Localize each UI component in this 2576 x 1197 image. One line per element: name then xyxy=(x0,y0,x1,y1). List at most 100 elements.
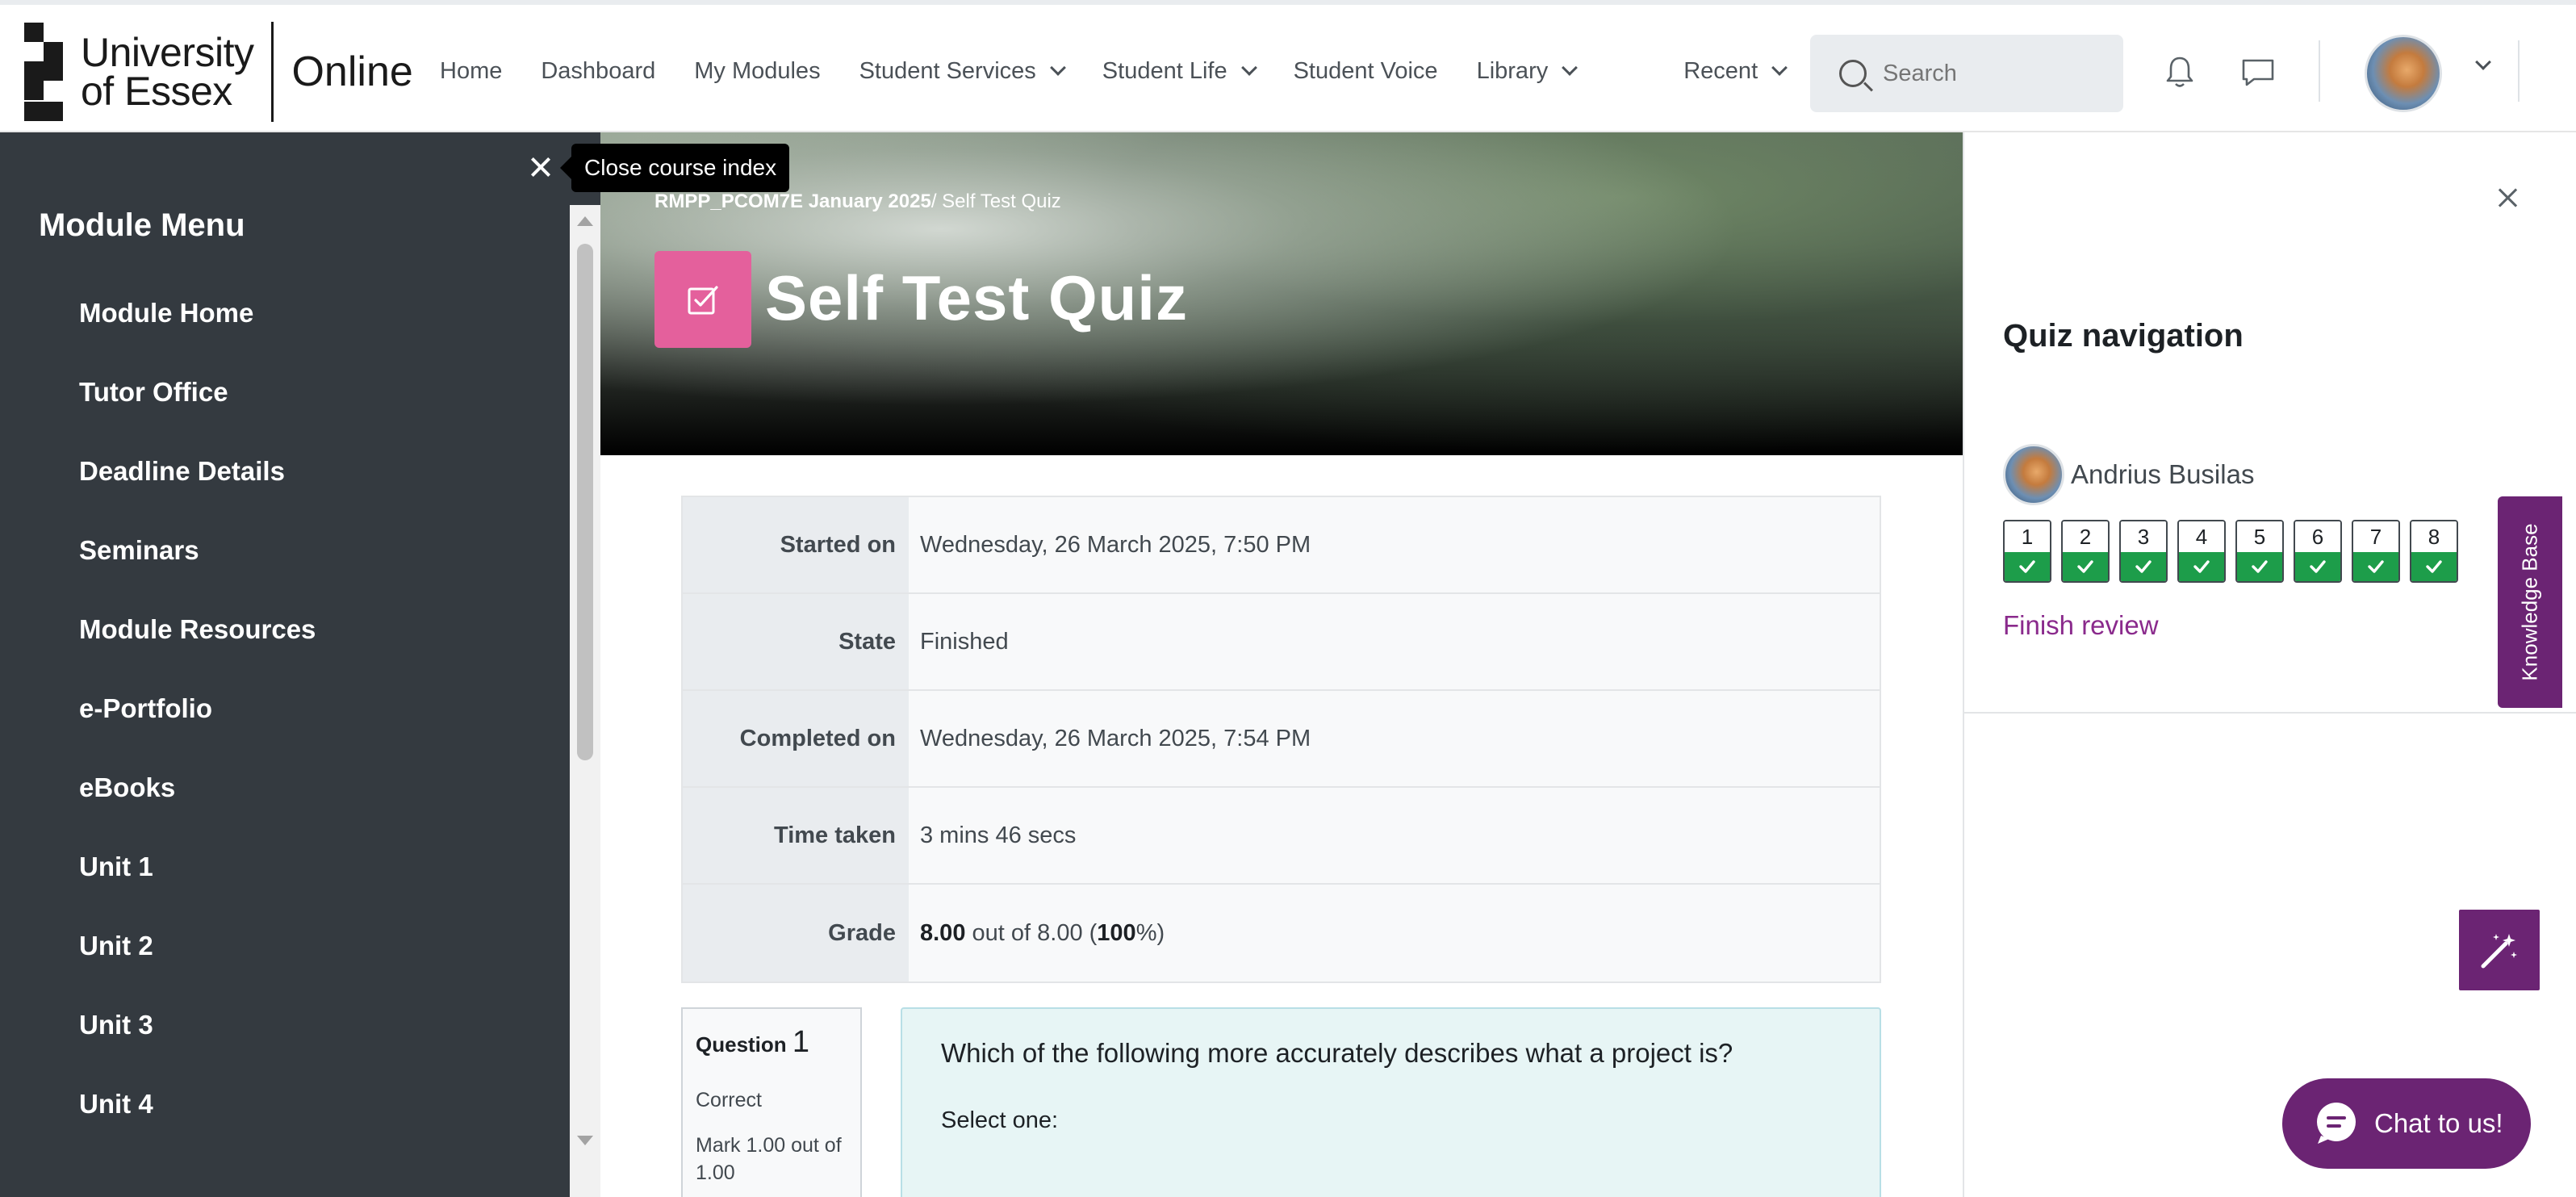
summary-row: Started on Wednesday, 26 March 2025, 7:5… xyxy=(683,497,1880,594)
summary-row: Time taken 3 mins 46 secs xyxy=(683,788,1880,885)
module-menu-item[interactable]: Tutor Office xyxy=(79,377,316,456)
messages-icon[interactable] xyxy=(2241,58,2275,87)
quiz-question-button[interactable]: 5 xyxy=(2235,520,2284,583)
summary-value: Wednesday, 26 March 2025, 7:54 PM xyxy=(909,691,1880,786)
correct-check-icon xyxy=(2353,552,2398,581)
quiz-activity-icon xyxy=(654,251,751,348)
summary-label: Time taken xyxy=(683,788,909,883)
module-menu-item[interactable]: Unit 3 xyxy=(79,1010,316,1089)
close-course-index-button[interactable] xyxy=(530,157,551,178)
correct-check-icon xyxy=(2063,552,2108,581)
select-one-prompt: Select one: xyxy=(941,1107,1059,1133)
nav-item-student-life[interactable]: Student Life xyxy=(1102,58,1257,85)
user-name: Andrius Busilas xyxy=(2071,459,2255,489)
module-menu-item[interactable]: e-Portfolio xyxy=(79,693,316,772)
university-logo[interactable]: University of Essex Online xyxy=(24,19,413,124)
grade-percent: 100 xyxy=(1097,919,1136,946)
drawer-scrollbar[interactable] xyxy=(570,205,600,1197)
magic-wand-button[interactable] xyxy=(2459,910,2540,990)
nav-item-library[interactable]: Library xyxy=(1477,58,1579,85)
quiz-attempt-summary: Started on Wednesday, 26 March 2025, 7:5… xyxy=(681,496,1881,983)
module-menu-item[interactable]: eBooks xyxy=(79,772,316,852)
user-avatar[interactable] xyxy=(2365,35,2442,112)
finish-review-link[interactable]: Finish review xyxy=(2003,610,2159,641)
primary-navigation: Home Dashboard My Modules Student Servic… xyxy=(440,5,1824,137)
summary-label: Completed on xyxy=(683,691,909,786)
question-text: Which of the following more accurately d… xyxy=(941,1038,1733,1068)
magic-wand-icon xyxy=(2481,934,2517,969)
question-button-number: 4 xyxy=(2179,521,2224,552)
quiz-question-button[interactable]: 1 xyxy=(2003,520,2051,583)
question-button-number: 3 xyxy=(2121,521,2166,552)
question-info-panel: Question 1 Correct Mark 1.00 out of 1.00 xyxy=(681,1007,862,1197)
breadcrumb-course-link[interactable]: RMPP_PCOM7E January 2025 xyxy=(654,190,931,212)
search-icon xyxy=(1839,60,1867,87)
question-button-number: 5 xyxy=(2237,521,2282,552)
question-number: Question 1 xyxy=(696,1025,810,1059)
user-avatar[interactable] xyxy=(2003,444,2064,505)
summary-value: Wednesday, 26 March 2025, 7:50 PM xyxy=(909,497,1880,592)
summary-label: Started on xyxy=(683,497,909,592)
essex-logo-mark-icon xyxy=(24,23,68,121)
module-menu-item[interactable]: Unit 1 xyxy=(79,852,316,931)
knowledge-base-tab[interactable]: Knowledge Base xyxy=(2498,496,2562,708)
quiz-nav-user: Andrius Busilas xyxy=(2003,444,2254,505)
grade-value: 8.00 out of 8.00 (100%) xyxy=(909,885,1880,981)
grade-score: 8.00 xyxy=(920,919,966,946)
module-menu-item[interactable]: Unit 4 xyxy=(79,1089,316,1168)
logo-divider xyxy=(271,22,274,122)
search-input[interactable] xyxy=(1883,60,2109,87)
close-quiz-navigation-button[interactable] xyxy=(2498,187,2519,208)
module-menu-item[interactable]: Module Resources xyxy=(79,614,316,693)
module-menu-list: Module Home Tutor Office Deadline Detail… xyxy=(79,298,316,1168)
module-menu-item[interactable]: Seminars xyxy=(79,535,316,614)
course-index-drawer: Close course index Module Menu Module Ho… xyxy=(0,132,790,1197)
module-menu-item[interactable]: Module Home xyxy=(79,298,316,377)
correct-check-icon xyxy=(2179,552,2224,581)
summary-label: State xyxy=(683,594,909,689)
question-button-number: 1 xyxy=(2005,521,2050,552)
scroll-up-arrow-icon[interactable] xyxy=(577,216,593,226)
logo-online-text: Online xyxy=(291,48,413,95)
page-header-banner: RMPP_PCOM7E January 2025/ Self Test Quiz… xyxy=(600,132,1963,455)
question-mark: Mark 1.00 out of 1.00 xyxy=(696,1134,842,1184)
quiz-question-button[interactable]: 8 xyxy=(2410,520,2458,583)
quiz-question-button[interactable]: 3 xyxy=(2119,520,2168,583)
summary-label: Grade xyxy=(683,885,909,981)
question-button-number: 2 xyxy=(2063,521,2108,552)
quiz-navigation-heading: Quiz navigation xyxy=(2003,318,2244,354)
nav-item-student-services[interactable]: Student Services xyxy=(859,58,1066,85)
quiz-navigation-drawer: Quiz navigation Andrius Busilas 12345678… xyxy=(1963,132,2576,1197)
quiz-question-button[interactable]: 6 xyxy=(2294,520,2342,583)
scroll-down-arrow-icon[interactable] xyxy=(577,1136,593,1145)
nav-item-recent[interactable]: Recent xyxy=(1683,58,1788,85)
nav-item-my-modules[interactable]: My Modules xyxy=(694,58,820,85)
quiz-question-button[interactable]: 4 xyxy=(2177,520,2226,583)
nav-item-home[interactable]: Home xyxy=(440,58,502,85)
chevron-down-icon xyxy=(1049,60,1066,76)
chevron-down-icon xyxy=(1771,60,1788,76)
question-button-number: 6 xyxy=(2295,521,2340,552)
correct-check-icon xyxy=(2121,552,2166,581)
quiz-question-button[interactable]: 7 xyxy=(2352,520,2400,583)
bell-icon[interactable] xyxy=(2165,55,2194,89)
drawer-divider xyxy=(1964,712,2576,714)
chat-bubble-icon xyxy=(2317,1103,2356,1144)
chevron-down-icon xyxy=(1240,60,1257,76)
correct-check-icon xyxy=(2411,552,2457,581)
search-box[interactable] xyxy=(1810,35,2123,112)
logo-university-name: University of Essex xyxy=(81,30,254,114)
nav-item-dashboard[interactable]: Dashboard xyxy=(541,58,655,85)
top-navbar: University of Essex Online Home Dashboar… xyxy=(0,0,2576,132)
page-title: Self Test Quiz xyxy=(765,262,1188,333)
summary-row-grade: Grade 8.00 out of 8.00 (100%) xyxy=(683,885,1880,981)
module-menu-item[interactable]: Unit 2 xyxy=(79,931,316,1010)
scrollbar-thumb[interactable] xyxy=(577,244,593,760)
quiz-question-button[interactable]: 2 xyxy=(2061,520,2110,583)
chat-label: Chat to us! xyxy=(2374,1108,2503,1138)
user-menu-chevron-icon[interactable] xyxy=(2475,54,2491,70)
knowledge-base-label: Knowledge Base xyxy=(2517,523,2542,681)
nav-item-student-voice[interactable]: Student Voice xyxy=(1294,58,1438,85)
chat-to-us-button[interactable]: Chat to us! xyxy=(2282,1078,2531,1169)
module-menu-item[interactable]: Deadline Details xyxy=(79,456,316,535)
